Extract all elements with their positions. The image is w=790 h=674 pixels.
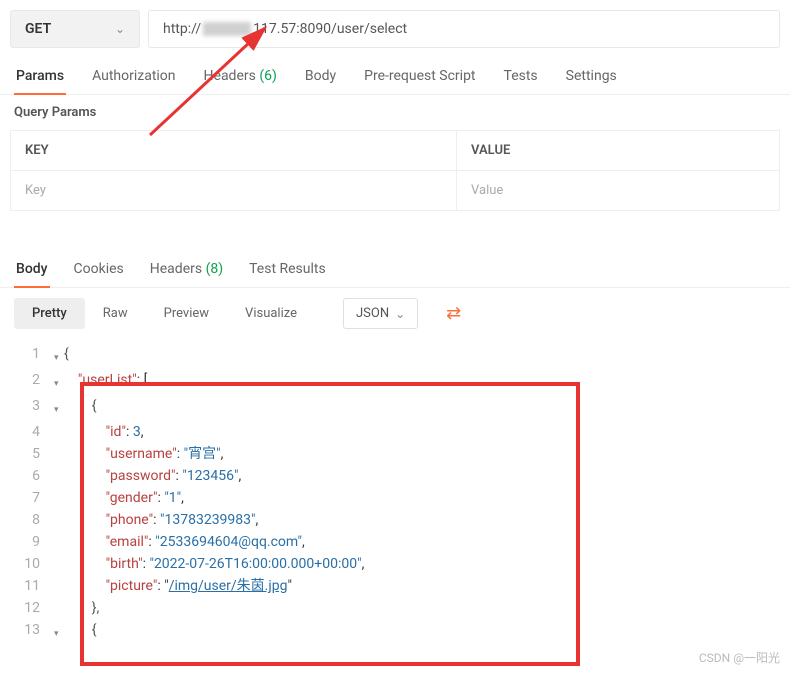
chevron-down-icon: ⌄ [395,307,405,321]
tab-response-cookies[interactable]: Cookies [72,251,126,287]
line-content: { [64,343,776,369]
line-number: 4 [14,421,54,443]
line-content: "id": 3, [64,421,776,443]
fold-icon [54,575,64,597]
url-prefix: http:// [163,21,201,37]
fold-icon [54,531,64,553]
fold-icon[interactable]: ▾ [54,395,64,421]
fold-icon [54,553,64,575]
kv-value-input[interactable]: Value [457,171,780,211]
request-bar: GET ⌄ http:// 117.57:8090/user/select [0,0,790,58]
code-line: 1▾{ [14,343,776,369]
fold-icon [54,443,64,465]
response-headers-count: (8) [206,261,224,277]
tab-headers[interactable]: Headers (6) [202,58,279,94]
kv-key-header: KEY [11,131,457,171]
code-line: 4 "id": 3, [14,421,776,443]
view-pretty-button[interactable]: Pretty [14,298,85,329]
line-number: 2 [14,369,54,395]
url-redacted [203,22,251,36]
kv-value-header: VALUE [457,131,780,171]
query-params-table: KEY VALUE Key Value [10,130,780,211]
line-number: 1 [14,343,54,369]
code-line: 6 "password": "123456", [14,465,776,487]
request-tabs: Params Authorization Headers (6) Body Pr… [0,58,790,95]
response-body-code[interactable]: 1▾{2▾ "userList": [3▾ {4 "id": 3,5 "user… [0,339,790,649]
line-number: 3 [14,395,54,421]
fold-icon[interactable]: ▾ [54,369,64,395]
fold-icon [54,487,64,509]
code-line: 8 "phone": "13783239983", [14,509,776,531]
chevron-down-icon: ⌄ [115,22,125,36]
fold-icon [54,421,64,443]
tab-authorization[interactable]: Authorization [90,58,177,94]
line-number: 5 [14,443,54,465]
line-content: }, [64,597,776,619]
code-line: 10 "birth": "2022-07-26T16:00:00.000+00:… [14,553,776,575]
line-content: "username": "宵宫", [64,443,776,465]
code-line: 12 }, [14,597,776,619]
line-number: 11 [14,575,54,597]
line-content: "picture": "/img/user/朱茵.jpg" [64,575,776,597]
line-content: { [64,619,776,645]
tab-tests[interactable]: Tests [502,58,540,94]
format-label: JSON [356,306,389,321]
line-number: 7 [14,487,54,509]
line-number: 9 [14,531,54,553]
line-number: 8 [14,509,54,531]
code-line: 2▾ "userList": [ [14,369,776,395]
response-tabs: Body Cookies Headers (8) Test Results [0,211,790,288]
table-row: Key Value [11,171,780,211]
fold-icon[interactable]: ▾ [54,619,64,645]
url-suffix: 117.57:8090/user/select [253,21,407,37]
format-select[interactable]: JSON ⌄ [343,298,418,329]
line-number: 10 [14,553,54,575]
line-content: "phone": "13783239983", [64,509,776,531]
tab-response-body[interactable]: Body [14,251,50,287]
wrap-lines-icon[interactable]: ⇄ [446,303,461,324]
line-content: "birth": "2022-07-26T16:00:00.000+00:00"… [64,553,776,575]
line-content: { [64,395,776,421]
tab-response-headers[interactable]: Headers (8) [148,251,225,287]
code-line: 5 "username": "宵宫", [14,443,776,465]
fold-icon[interactable]: ▾ [54,343,64,369]
code-line: 13▾ { [14,619,776,645]
view-raw-button[interactable]: Raw [85,298,146,329]
tab-body[interactable]: Body [303,58,338,94]
view-preview-button[interactable]: Preview [146,298,227,329]
fold-icon [54,509,64,531]
tab-params[interactable]: Params [14,58,66,94]
line-content: "userList": [ [64,369,776,395]
tab-test-results[interactable]: Test Results [247,251,328,287]
view-visualize-button[interactable]: Visualize [227,298,315,329]
line-content: "email": "2533694604@qq.com", [64,531,776,553]
code-line: 11 "picture": "/img/user/朱茵.jpg" [14,575,776,597]
line-number: 13 [14,619,54,645]
tab-prerequest[interactable]: Pre-request Script [362,58,477,94]
fold-icon [54,465,64,487]
code-line: 7 "gender": "1", [14,487,776,509]
url-input[interactable]: http:// 117.57:8090/user/select [148,10,780,48]
kv-key-input[interactable]: Key [11,171,457,211]
line-number: 12 [14,597,54,619]
code-line: 3▾ { [14,395,776,421]
line-content: "gender": "1", [64,487,776,509]
tab-settings[interactable]: Settings [564,58,619,94]
line-number: 6 [14,465,54,487]
query-params-title: Query Params [0,95,790,130]
method-select[interactable]: GET ⌄ [10,10,140,48]
fold-icon [54,597,64,619]
watermark: CSDN @一阳光 [699,649,780,666]
line-content: "password": "123456", [64,465,776,487]
method-label: GET [25,21,51,37]
headers-count: (6) [259,68,277,84]
code-line: 9 "email": "2533694604@qq.com", [14,531,776,553]
view-bar: Pretty Raw Preview Visualize JSON ⌄ ⇄ [0,288,790,339]
